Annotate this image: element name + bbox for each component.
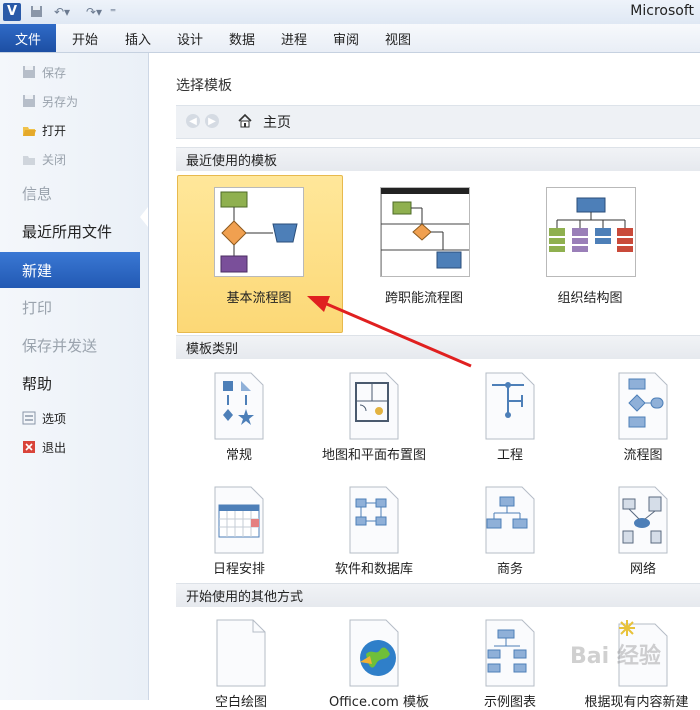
annotation-arrow xyxy=(307,296,472,368)
watermark: Bai 经验 xyxy=(570,644,661,669)
